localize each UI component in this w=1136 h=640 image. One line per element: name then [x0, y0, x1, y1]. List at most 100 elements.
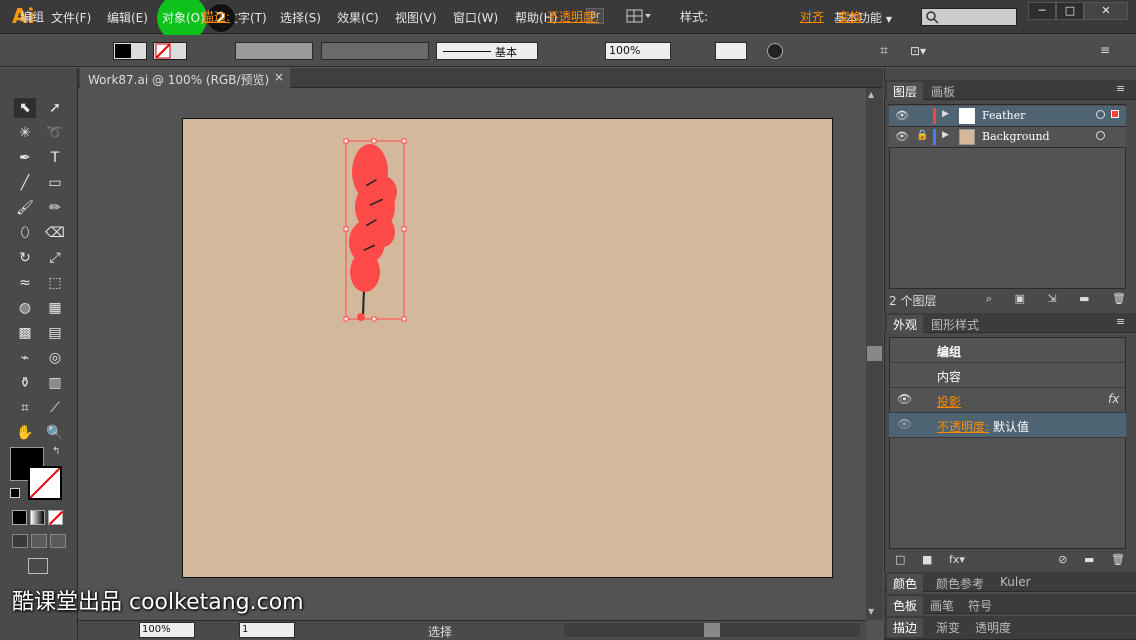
expand-triangle-icon[interactable]: ▶ — [942, 130, 949, 140]
clear-appearance-icon[interactable]: ⊘ — [1058, 553, 1067, 566]
screen-mode-icon[interactable] — [28, 558, 48, 574]
appearance-opacity-row[interactable]: 👁 不透明度: 默认值 — [889, 413, 1126, 438]
shape-builder-icon[interactable]: ◍ — [14, 298, 36, 318]
paintbrush-icon[interactable]: 🖌 — [14, 198, 36, 218]
style-swatch[interactable] — [715, 42, 747, 60]
layers-menu-icon[interactable]: ≡ — [1116, 82, 1125, 95]
none-mode-icon[interactable] — [48, 510, 64, 526]
fill-swatch[interactable] — [113, 42, 147, 60]
menu-file[interactable]: 文件(F) — [51, 9, 91, 26]
menu-object[interactable]: 对象(O) — [162, 9, 205, 26]
visibility-eye-icon[interactable]: 👁 — [897, 392, 912, 406]
free-transform-icon[interactable]: ⬚ — [44, 273, 66, 293]
stroke-swatch[interactable] — [153, 42, 187, 60]
column-graph-icon[interactable]: ▥ — [44, 373, 66, 393]
tab-transparency[interactable]: 透明度 — [969, 618, 1017, 637]
stroke-label[interactable]: 描边: — [202, 8, 230, 25]
eyedropper-icon[interactable]: ⌁ — [14, 348, 36, 368]
hand-tool-icon[interactable]: ✋ — [14, 423, 36, 443]
mesh-tool-icon[interactable]: ▩ — [14, 323, 36, 343]
draw-normal-icon[interactable] — [12, 534, 28, 548]
transform-link[interactable]: 变换 — [838, 8, 862, 25]
artboard-number-field[interactable]: 1 — [239, 622, 295, 638]
width-tool-icon[interactable]: ≈ — [14, 273, 36, 293]
appearance-contents-row[interactable]: 内容 — [889, 363, 1126, 388]
selection-indicator[interactable] — [1111, 110, 1119, 118]
target-circle-icon[interactable] — [1096, 131, 1105, 140]
opacity-label[interactable]: 不透明度: — [547, 8, 599, 25]
slice-tool-icon[interactable]: ⟋ — [44, 398, 66, 418]
control-menu-icon[interactable]: ≡ — [1100, 43, 1120, 59]
tab-color[interactable]: 颜色 — [887, 574, 924, 593]
fx-icon[interactable]: fx — [1108, 392, 1119, 406]
h-scroll-thumb[interactable] — [704, 623, 720, 637]
menu-edit[interactable]: 编辑(E) — [107, 9, 148, 26]
tab-appearance[interactable]: 外观 — [887, 315, 924, 334]
make-clip-mask-icon[interactable]: ▣ — [1015, 292, 1025, 306]
feather-artwork[interactable] — [335, 132, 415, 327]
layer-row-feather[interactable]: 👁 ▶ Feather — [889, 106, 1126, 127]
isolate-icon[interactable]: ⌗ — [880, 43, 896, 59]
default-colors-icon[interactable] — [10, 488, 20, 498]
close-button[interactable]: ✕ — [1084, 2, 1128, 20]
target-circle-icon[interactable] — [1096, 110, 1105, 119]
visibility-eye-icon[interactable]: 👁 — [895, 130, 909, 143]
horizontal-scrollbar[interactable] — [564, 623, 860, 637]
tab-layers[interactable]: 图层 — [887, 82, 924, 101]
draw-inside-icon[interactable] — [50, 534, 66, 548]
expand-triangle-icon[interactable]: ▶ — [942, 109, 949, 119]
trash-icon[interactable]: 🗑 — [1112, 292, 1126, 306]
rectangle-tool-icon[interactable]: ▭ — [44, 173, 66, 193]
blob-brush-icon[interactable]: ⬯ — [14, 223, 36, 243]
visibility-eye-icon[interactable]: 👁 — [895, 109, 909, 122]
scroll-thumb[interactable] — [867, 346, 882, 361]
close-tab-icon[interactable]: × — [274, 70, 284, 84]
selection-tool-icon[interactable]: ⬉ — [14, 98, 36, 118]
tab-graphic-styles[interactable]: 图形样式 — [925, 315, 985, 334]
zoom-tool-icon[interactable]: 🔍 — [44, 423, 66, 443]
artboard-tool-icon[interactable]: ⌗ — [14, 398, 36, 418]
tab-symbols[interactable]: 符号 — [962, 596, 998, 615]
direct-selection-tool-icon[interactable]: ➚ — [44, 98, 66, 118]
add-fill-icon[interactable]: ■ — [922, 553, 932, 566]
appearance-effect-row[interactable]: 👁 投影 fx — [889, 388, 1126, 413]
magic-wand-icon[interactable]: ✳ — [14, 123, 36, 143]
align-link[interactable]: 对齐 — [800, 8, 824, 25]
maximize-button[interactable]: □ — [1056, 2, 1084, 20]
color-mode-icon[interactable] — [12, 510, 27, 525]
line-tool-icon[interactable]: ╱ — [14, 173, 36, 193]
tab-kuler[interactable]: Kuler — [994, 574, 1037, 590]
brush-style-dropdown[interactable]: 基本 — [436, 42, 538, 60]
drop-shadow-effect-link[interactable]: 投影 — [937, 393, 961, 410]
add-effect-icon[interactable]: fx▾ — [949, 553, 965, 566]
gradient-mode-icon[interactable] — [30, 510, 45, 525]
scale-tool-icon[interactable]: ⤢ — [44, 248, 66, 268]
arrange-documents-icon[interactable] — [626, 9, 652, 24]
tab-brushes[interactable]: 画笔 — [924, 596, 960, 615]
tab-gradient[interactable]: 渐变 — [930, 618, 966, 637]
menu-window[interactable]: 窗口(W) — [453, 9, 498, 26]
new-layer-icon[interactable]: ▬ — [1079, 292, 1089, 306]
envelope-icon[interactable]: ⊡▾ — [910, 43, 938, 59]
variable-width-field[interactable] — [321, 42, 429, 60]
symbol-sprayer-icon[interactable]: ⚱ — [14, 373, 36, 393]
draw-behind-icon[interactable] — [31, 534, 47, 548]
menu-select[interactable]: 选择(S) — [280, 9, 321, 26]
stroke-color-box[interactable] — [28, 466, 62, 500]
minimize-button[interactable]: ─ — [1028, 2, 1056, 20]
document-tab[interactable]: Work87.ai @ 100% (RGB/预览) × — [80, 68, 290, 88]
trash-icon[interactable]: 🗑 — [1111, 553, 1125, 566]
new-sublayer-icon[interactable]: ⇲ — [1047, 292, 1056, 306]
blend-tool-icon[interactable]: ◎ — [44, 348, 66, 368]
tab-color-guide[interactable]: 颜色参考 — [930, 574, 990, 593]
opacity-field[interactable]: 100% — [605, 42, 671, 60]
layer-row-background[interactable]: 👁 🔒 ▶ Background — [889, 127, 1126, 148]
duplicate-item-icon[interactable]: ▬ — [1084, 553, 1094, 566]
opacity-link[interactable]: 不透明度: — [937, 418, 989, 435]
tab-swatches[interactable]: 色板 — [887, 596, 924, 615]
lasso-icon[interactable]: ➰ — [44, 123, 66, 143]
recolor-icon[interactable] — [767, 43, 783, 59]
menu-effect[interactable]: 效果(C) — [337, 9, 379, 26]
gradient-tool-icon[interactable]: ▤ — [44, 323, 66, 343]
tab-artboards[interactable]: 画板 — [925, 82, 961, 101]
